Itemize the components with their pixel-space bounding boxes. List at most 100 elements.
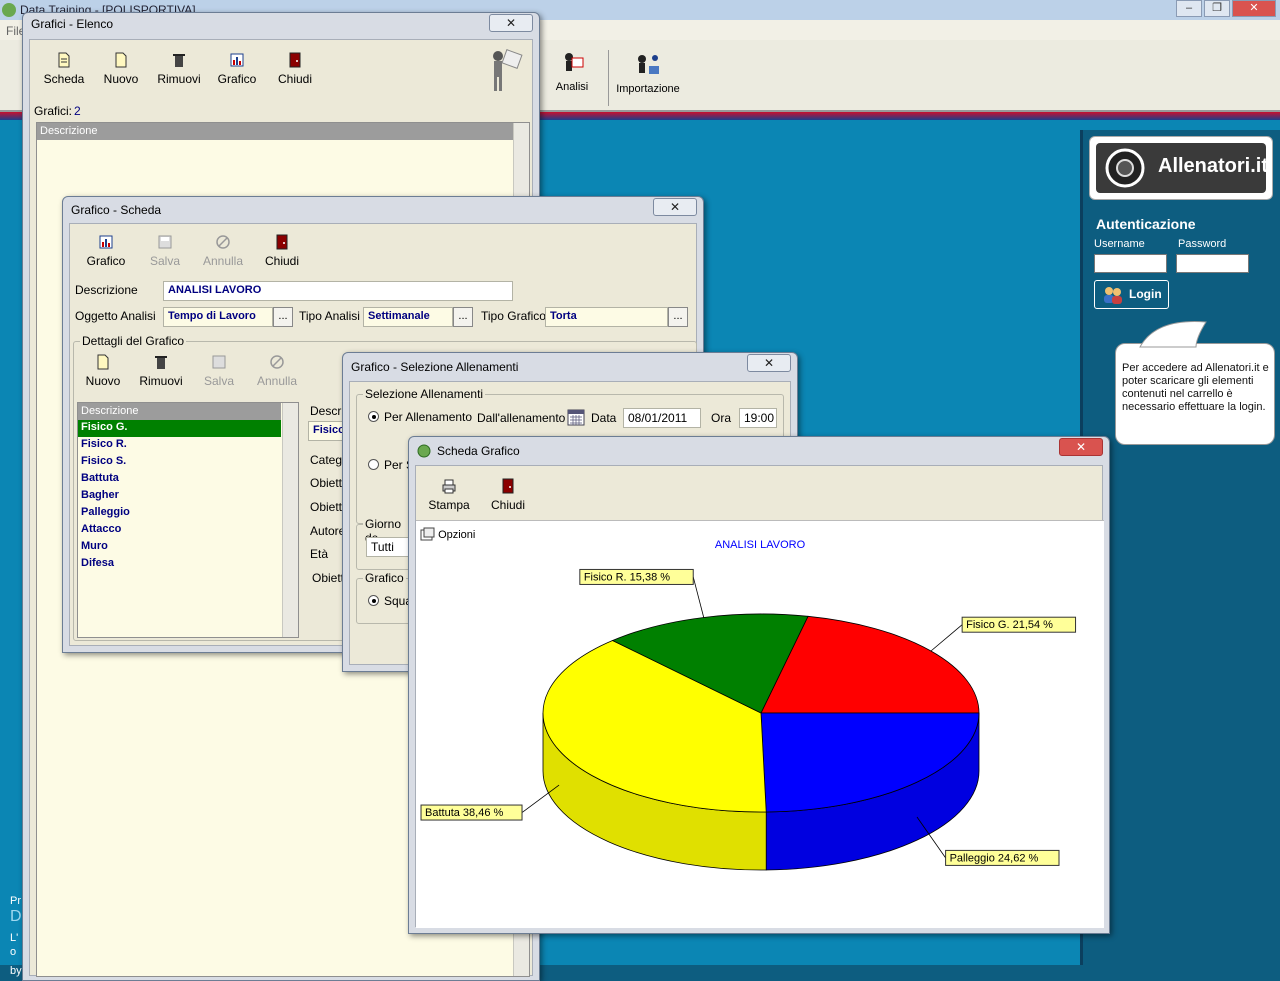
tipo-analisi-field[interactable]: Settimanale: [363, 307, 453, 327]
list-item[interactable]: Attacco: [78, 522, 298, 539]
tipo-analisi-label: Tipo Analisi: [299, 309, 360, 323]
save-icon: [212, 355, 226, 369]
scheda-salva-button[interactable]: Salva: [137, 234, 193, 268]
printer-icon: [442, 479, 456, 494]
list-item[interactable]: Fisico G.: [78, 420, 281, 437]
squadra-radio[interactable]: Squa: [368, 594, 412, 608]
login-label: Login: [1129, 287, 1162, 301]
scheda-grafico-button[interactable]: Grafico: [78, 234, 134, 268]
elenco-chiudi-button[interactable]: Chiudi: [267, 52, 323, 86]
dettagli-list-header[interactable]: Descrizione: [78, 403, 281, 420]
list-item[interactable]: Fisico R.: [78, 437, 298, 454]
password-input[interactable]: [1176, 254, 1249, 273]
save-icon: [158, 235, 172, 249]
dettagli-annulla-button[interactable]: Annulla: [249, 354, 305, 388]
selezione-group-label: Selezione Allenamenti: [363, 387, 486, 401]
exit-door-icon: [289, 52, 301, 68]
importazione-label: Importazione: [616, 83, 680, 95]
oggetto-analisi-browse-button[interactable]: ...: [273, 307, 293, 327]
chart-icon: [99, 235, 113, 249]
scheda-close-button[interactable]: ✕: [653, 198, 697, 216]
username-input[interactable]: [1094, 254, 1167, 273]
tipo-analisi-browse-button[interactable]: ...: [453, 307, 473, 327]
elenco-title: Grafici - Elenco: [31, 17, 114, 31]
scheda-grafico-body: Stampa Chiudi Opzioni ANALISI LAVORO Fis…: [415, 465, 1104, 928]
data-label: Battuta 38,46 %: [425, 807, 503, 819]
dettagli-label: Dettagli del Grafico: [80, 334, 187, 348]
importazione-icon: [638, 55, 659, 74]
logo-badge: Allenatori.it: [1096, 143, 1268, 193]
document-icon: [58, 52, 70, 68]
elenco-grafico-button[interactable]: Grafico: [209, 52, 265, 86]
cancel-icon: [270, 355, 284, 369]
pie-chart: Fisico G. 21,54 % Palleggio 24,62 % Battut…: [420, 568, 1077, 871]
app-close-button[interactable]: ✕: [1232, 0, 1276, 17]
data-input[interactable]: 08/01/2011: [623, 408, 701, 428]
dettagli-rimuovi-button[interactable]: Rimuovi: [133, 354, 189, 388]
grafici-count-label: Grafici:: [34, 104, 73, 118]
descrizione-input[interactable]: ANALISI LAVORO: [163, 281, 513, 301]
minimize-button[interactable]: –: [1176, 0, 1202, 17]
app-icon: [2, 3, 16, 17]
oggetto-analisi-label: Oggetto Analisi: [75, 309, 156, 323]
analisi-label: Analisi: [555, 81, 589, 93]
list-item[interactable]: Bagher: [78, 488, 298, 505]
grafico-chiudi-label: Chiudi: [490, 498, 526, 512]
oggetto-analisi-field[interactable]: Tempo di Lavoro: [163, 307, 273, 327]
data-label: Data: [591, 411, 617, 425]
chart-canvas: Opzioni ANALISI LAVORO Fisico G. 21,54 %…: [416, 520, 1104, 928]
toolbar-importazione-button[interactable]: Importazione: [616, 54, 680, 95]
label-leader-line: [930, 624, 963, 652]
scheda-grafico-title: Scheda Grafico: [437, 444, 520, 458]
stampa-button[interactable]: Stampa: [421, 478, 477, 512]
tipo-grafico-label: Tipo Grafico: [481, 309, 546, 323]
dettagli-salva-button[interactable]: Salva: [191, 354, 247, 388]
dettagli-scrollbar[interactable]: [282, 403, 298, 637]
grafici-count-value: 2: [74, 104, 81, 118]
toolbar-analisi-button[interactable]: Analisi: [552, 52, 592, 93]
calendar-icon[interactable]: [567, 408, 585, 426]
bubble-tail: [1139, 321, 1207, 348]
elenco-grafico-label: Grafico: [217, 72, 257, 86]
login-info-bubble: Per accedere ad Allenatori.it e poter sc…: [1115, 321, 1275, 445]
bubble-text: Per accedere ad Allenatori.it e poter sc…: [1122, 362, 1269, 413]
grafico-chiudi-button[interactable]: Chiudi: [480, 478, 536, 512]
list-item[interactable]: Palleggio: [78, 505, 298, 522]
elenco-rimuovi-button[interactable]: Rimuovi: [151, 52, 207, 86]
scheda-annulla-button[interactable]: Annulla: [195, 234, 251, 268]
elenco-close-button[interactable]: ✕: [489, 14, 533, 32]
autore-label: Autore: [310, 524, 346, 538]
elenco-nuovo-label: Nuovo: [103, 72, 139, 86]
selezione-close-button[interactable]: ✕: [747, 354, 791, 372]
tipo-grafico-field[interactable]: Torta: [545, 307, 668, 327]
login-button[interactable]: Login: [1094, 280, 1169, 309]
elenco-nuovo-button[interactable]: Nuovo: [93, 52, 149, 86]
list-item[interactable]: Muro: [78, 539, 298, 556]
exit-door-icon: [502, 478, 514, 494]
allenatori-logo[interactable]: Allenatori.it: [1089, 136, 1273, 200]
dettagli-list[interactable]: Descrizione Fisico G. Fisico R. Fisico S…: [77, 402, 299, 638]
scheda-grafico-close-button[interactable]: ✕: [1059, 438, 1103, 456]
elenco-scheda-button[interactable]: Scheda: [36, 52, 92, 86]
scheda-chiudi-label: Chiudi: [264, 254, 300, 268]
right-panel: Allenatori.it Autenticazione Username Pa…: [1080, 130, 1280, 965]
list-item[interactable]: Battuta: [78, 471, 298, 488]
list-item[interactable]: Difesa: [78, 556, 298, 573]
ora-input[interactable]: 19:00: [739, 408, 777, 428]
elenco-scheda-label: Scheda: [43, 72, 85, 86]
scheda-grafico-label: Grafico: [86, 254, 126, 268]
per-allenamento-label: Per Allenamento: [384, 410, 473, 424]
password-label: Password: [1178, 238, 1227, 250]
radio-empty-icon: [368, 459, 379, 470]
selezione-title: Grafico - Selezione Allenamenti: [351, 360, 519, 374]
restore-button[interactable]: ❐: [1204, 0, 1230, 17]
list-item[interactable]: Fisico S.: [78, 454, 298, 471]
trash-icon: [155, 356, 167, 369]
tipo-grafico-browse-button[interactable]: ...: [668, 307, 688, 327]
toolbar-divider: [608, 50, 609, 106]
elenco-grid-header[interactable]: Descrizione: [37, 123, 529, 140]
scheda-chiudi-button[interactable]: Chiudi: [254, 234, 310, 268]
label-leader-line: [692, 576, 705, 618]
per-allenamento-radio[interactable]: Per Allenamento: [368, 410, 472, 424]
dettagli-nuovo-button[interactable]: Nuovo: [75, 354, 131, 388]
